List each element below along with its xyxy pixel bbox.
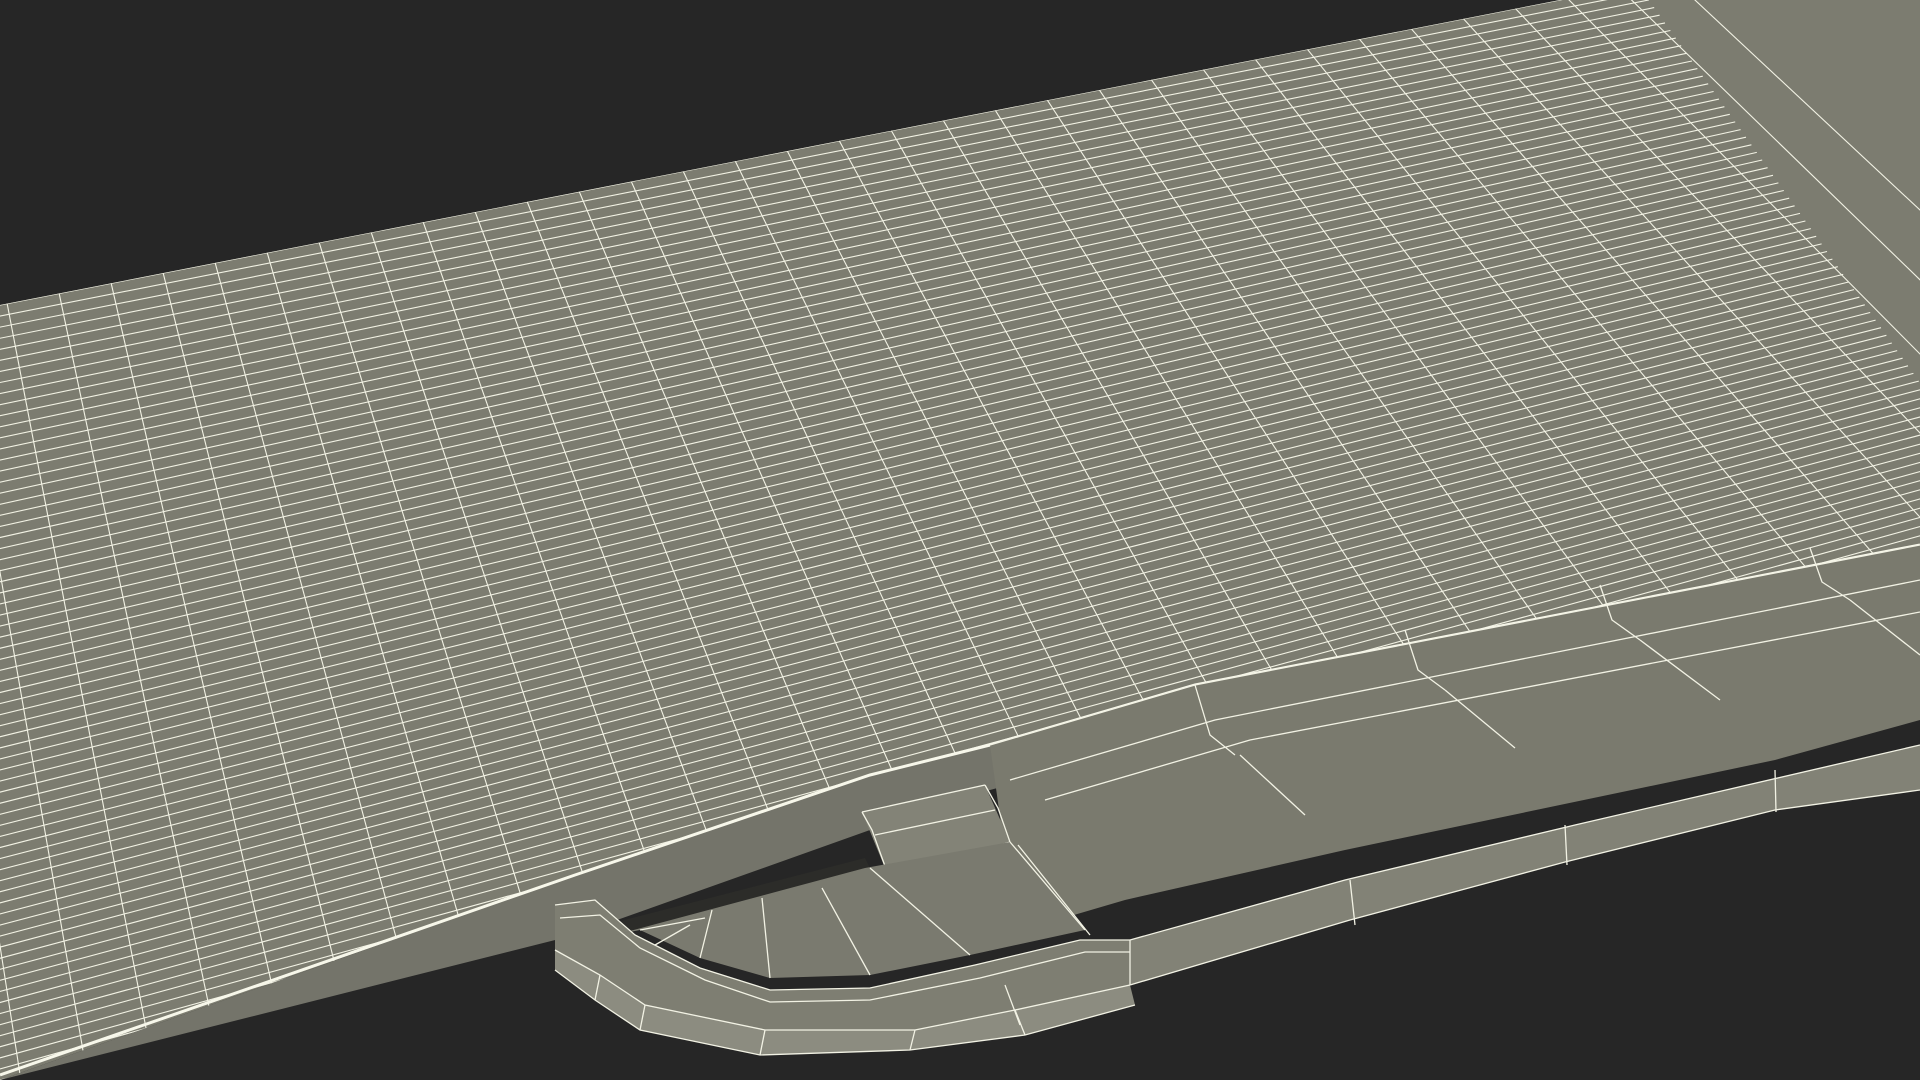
wireframe-scene [0, 0, 1920, 1080]
render-viewport [0, 0, 1920, 1080]
